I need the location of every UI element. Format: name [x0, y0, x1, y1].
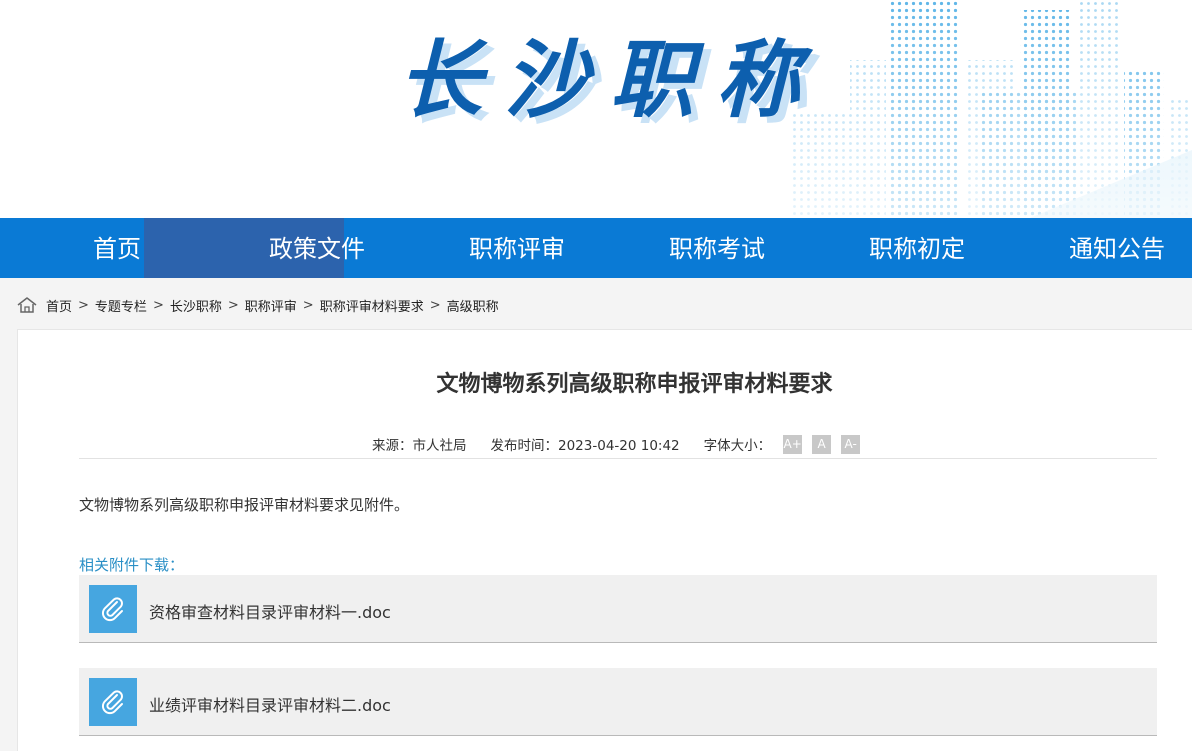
- breadcrumb-separator: >: [152, 297, 164, 313]
- article-publish-time: 发布时间：2023-04-20 10:42: [490, 438, 680, 454]
- breadcrumb-separator: >: [302, 297, 314, 313]
- attachment-item[interactable]: 业绩评审材料目录评审材料二.doc: [79, 668, 1157, 736]
- article-body: 文物博物系列高级职称申报评审材料要求见附件。: [79, 496, 410, 514]
- breadcrumb-home[interactable]: 首页: [46, 296, 72, 315]
- nav-item-home[interactable]: 首页: [64, 218, 170, 278]
- article-card: 文物博物系列高级职称申报评审材料要求 来源：市人社局 发布时间：2023-04-…: [17, 329, 1192, 751]
- attachment-filename[interactable]: 业绩评审材料目录评审材料二.doc: [149, 692, 391, 716]
- breadcrumb-separator: >: [429, 297, 441, 313]
- breadcrumb: 首页 > 专题专栏 > 长沙职称 > 职称评审 > 职称评审材料要求 > 高级职…: [16, 294, 499, 316]
- breadcrumb-review-materials[interactable]: 职称评审材料要求: [320, 296, 424, 315]
- site-title: 长沙职称: [398, 31, 823, 129]
- nav-item-title-exam[interactable]: 职称考试: [644, 218, 790, 278]
- breadcrumb-separator: >: [78, 297, 89, 313]
- nav-item-notices[interactable]: 通知公告: [1044, 218, 1190, 278]
- site-banner: 长沙职称: [0, 0, 1192, 218]
- article-meta: 来源：市人社局 发布时间：2023-04-20 10:42 字体大小： A+ A…: [372, 434, 861, 454]
- meta-divider: [79, 458, 1157, 459]
- article-title: 文物博物系列高级职称申报评审材料要求: [436, 372, 833, 397]
- paperclip-icon: [89, 678, 137, 726]
- font-size-increase-button[interactable]: A+: [783, 434, 803, 454]
- paperclip-icon: [89, 585, 137, 633]
- attachment-filename[interactable]: 资格审查材料目录评审材料一.doc: [149, 599, 391, 623]
- font-size-decrease-button[interactable]: A-: [841, 434, 861, 454]
- attachment-item[interactable]: 资格审查材料目录评审材料一.doc: [79, 575, 1157, 643]
- nav-item-title-review[interactable]: 职称评审: [444, 218, 590, 278]
- attachments-heading: 相关附件下载：: [79, 556, 185, 574]
- main-nav: 首页 政策文件 职称评审 职称考试 职称初定 通知公告: [0, 218, 1192, 278]
- font-size-normal-button[interactable]: A: [812, 434, 832, 454]
- home-icon[interactable]: [16, 296, 38, 314]
- breadcrumb-changsha-title[interactable]: 长沙职称: [170, 296, 222, 315]
- font-size-label: 字体大小：: [703, 438, 772, 454]
- nav-item-title-initial[interactable]: 职称初定: [844, 218, 990, 278]
- breadcrumb-special-column[interactable]: 专题专栏: [95, 296, 147, 315]
- breadcrumb-separator: >: [227, 297, 239, 313]
- breadcrumb-senior-title[interactable]: 高级职称: [447, 296, 499, 315]
- article-source: 来源：市人社局: [372, 438, 467, 454]
- breadcrumb-title-review[interactable]: 职称评审: [245, 296, 297, 315]
- nav-item-policy-docs[interactable]: 政策文件: [244, 218, 390, 278]
